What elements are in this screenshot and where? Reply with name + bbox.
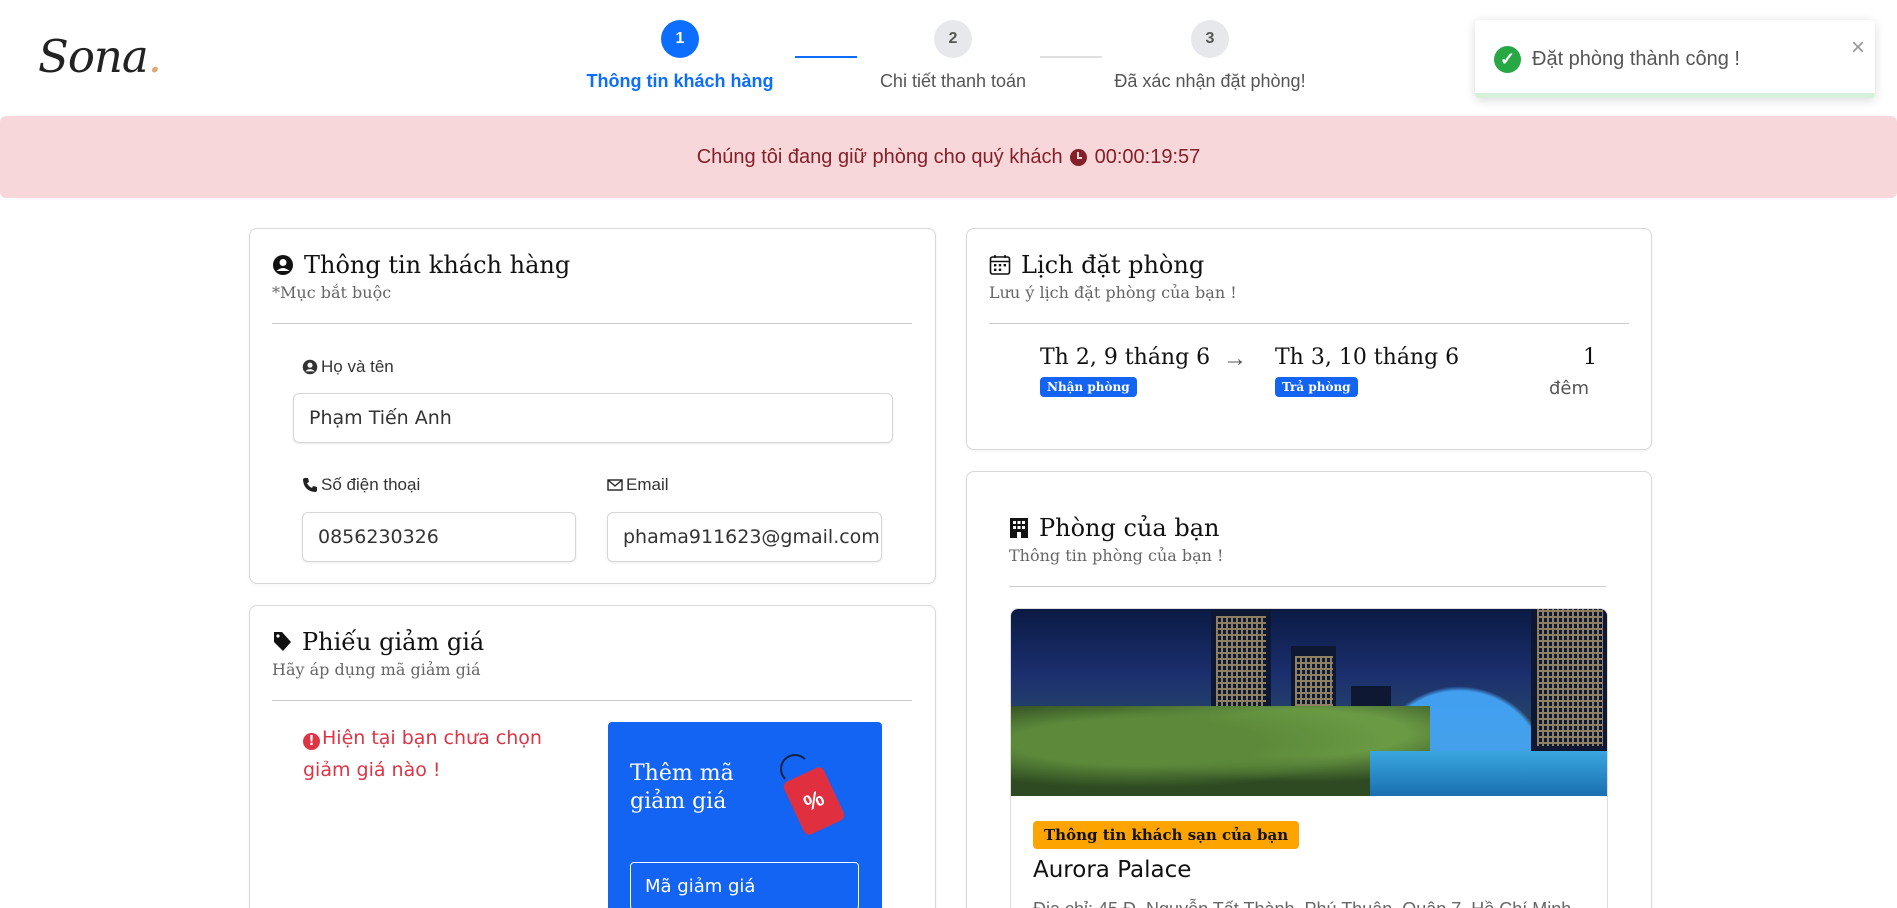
brand-name: Sona (38, 30, 149, 83)
card-title: Phòng của bạn (1009, 514, 1219, 542)
step-connector (795, 56, 857, 58)
clock-icon (1069, 148, 1087, 166)
divider (272, 700, 912, 701)
exclamation-circle-icon: ! (303, 733, 320, 750)
full-name-input[interactable]: Phạm Tiến Anh (293, 393, 893, 443)
phone-label: Số điện thoại (302, 475, 420, 495)
name-label: Họ và tên (302, 357, 394, 377)
calendar-icon (989, 255, 1011, 275)
email-input[interactable]: phama911623@gmail.com (607, 512, 882, 562)
checkin-date: Th 2, 9 tháng 6 (1040, 345, 1211, 370)
checkin-badge: Nhận phòng (1040, 377, 1137, 397)
step-label: Chi tiết thanh toán (879, 71, 1027, 91)
warning-text: Hiện tại bạn chưa chọn giảm giá nào ! (303, 727, 542, 781)
check-circle-icon: ✓ (1494, 46, 1521, 73)
add-coupon-title: Thêm mã giảm giá (630, 761, 734, 814)
checkout-badge: Trả phòng (1275, 377, 1358, 397)
hotel-address: Địa chỉ: 45 Đ. Nguyễn Tất Thành, Phú Thu… (1033, 899, 1571, 908)
step-customer-info[interactable]: 1 Thông tin khách hàng (580, 20, 780, 92)
step-confirmed[interactable]: 3 Đã xác nhận đặt phòng! (1110, 20, 1310, 92)
step-connector (1040, 56, 1102, 58)
hotel-name: Aurora Palace (1033, 857, 1192, 883)
hold-timer: 00:00:19:57 (1094, 145, 1201, 168)
schedule-title-text: Lịch đặt phòng (1021, 251, 1205, 279)
user-circle-icon (302, 359, 318, 375)
card-title: Phiếu giảm giá (272, 628, 484, 656)
divider (272, 323, 912, 324)
toast-message: Đặt phòng thành công ! (1532, 48, 1740, 70)
room-title-text: Phòng của bạn (1039, 514, 1220, 542)
hotel-photo (1011, 609, 1607, 796)
hotel-info-tag: Thông tin khách sạn của bạn (1033, 821, 1300, 849)
nights-unit: đêm (1548, 378, 1589, 399)
close-icon[interactable]: × (1851, 34, 1865, 62)
card-subtitle: *Mục bắt buộc (272, 283, 392, 302)
building-icon (1010, 518, 1028, 538)
phone-icon (303, 478, 317, 492)
divider (989, 323, 1629, 324)
customer-title-text: Thông tin khách hàng (304, 251, 571, 279)
coupon-title-text: Phiếu giảm giá (302, 628, 485, 656)
nights-number: 1 (1583, 345, 1597, 370)
divider (1009, 586, 1606, 587)
hotel-info-card[interactable]: Thông tin khách sạn của bạn Aurora Palac… (1010, 608, 1608, 908)
tag-icon (274, 632, 291, 651)
customer-info-card: Thông tin khách hàng *Mục bắt buộc Họ và… (249, 228, 936, 584)
brand-dot: . (147, 30, 162, 83)
arrow-right-icon: → (1223, 345, 1247, 372)
hold-alert-text: Chúng tôi đang giữ phòng cho quý khách (696, 145, 1063, 168)
email-label: Email (607, 475, 669, 495)
booking-schedule-card: Lịch đặt phòng Lưu ý lịch đặt phòng của … (966, 228, 1652, 450)
room-hold-alert: Chúng tôi đang giữ phòng cho quý khách 0… (0, 116, 1897, 198)
booking-stepper: 1 Thông tin khách hàng 2 Chi tiết thanh … (580, 20, 1340, 100)
toast-progress-bar (1475, 93, 1875, 98)
user-circle-icon (273, 255, 293, 275)
phone-input[interactable]: 0856230326 (302, 512, 576, 562)
step-number: 1 (661, 20, 699, 58)
step-number: 2 (934, 20, 972, 58)
name-label-text: Họ và tên (321, 357, 394, 376)
nights-count: 1 đêm (1527, 345, 1597, 399)
checkout-date: Th 3, 10 tháng 6 (1275, 345, 1460, 370)
email-label-text: Email (626, 475, 669, 494)
coupon-code-input[interactable]: Mã giảm giá (630, 862, 859, 908)
no-coupon-warning: ! Hiện tại bạn chưa chọn giảm giá nào ! (303, 722, 593, 786)
card-title: Lịch đặt phòng (989, 251, 1204, 279)
envelope-icon (607, 479, 623, 491)
step-number: 3 (1191, 20, 1229, 58)
step-label: Đã xác nhận đặt phòng! (1114, 71, 1306, 91)
card-title: Thông tin khách hàng (272, 251, 570, 279)
card-subtitle: Thông tin phòng của bạn ! (1009, 546, 1224, 565)
success-toast: ✓ Đặt phòng thành công ! × (1475, 20, 1875, 98)
step-payment-details[interactable]: 2 Chi tiết thanh toán (868, 20, 1038, 92)
card-subtitle: Hãy áp dụng mã giảm giá (272, 660, 481, 679)
phone-label-text: Số điện thoại (321, 475, 421, 494)
add-coupon-box[interactable]: Thêm mã giảm giá % Mã giảm giá (608, 722, 882, 908)
card-subtitle: Lưu ý lịch đặt phòng của bạn ! (989, 283, 1237, 302)
brand-logo[interactable]: Sona. (38, 30, 162, 83)
step-label: Thông tin khách hàng (586, 71, 774, 91)
